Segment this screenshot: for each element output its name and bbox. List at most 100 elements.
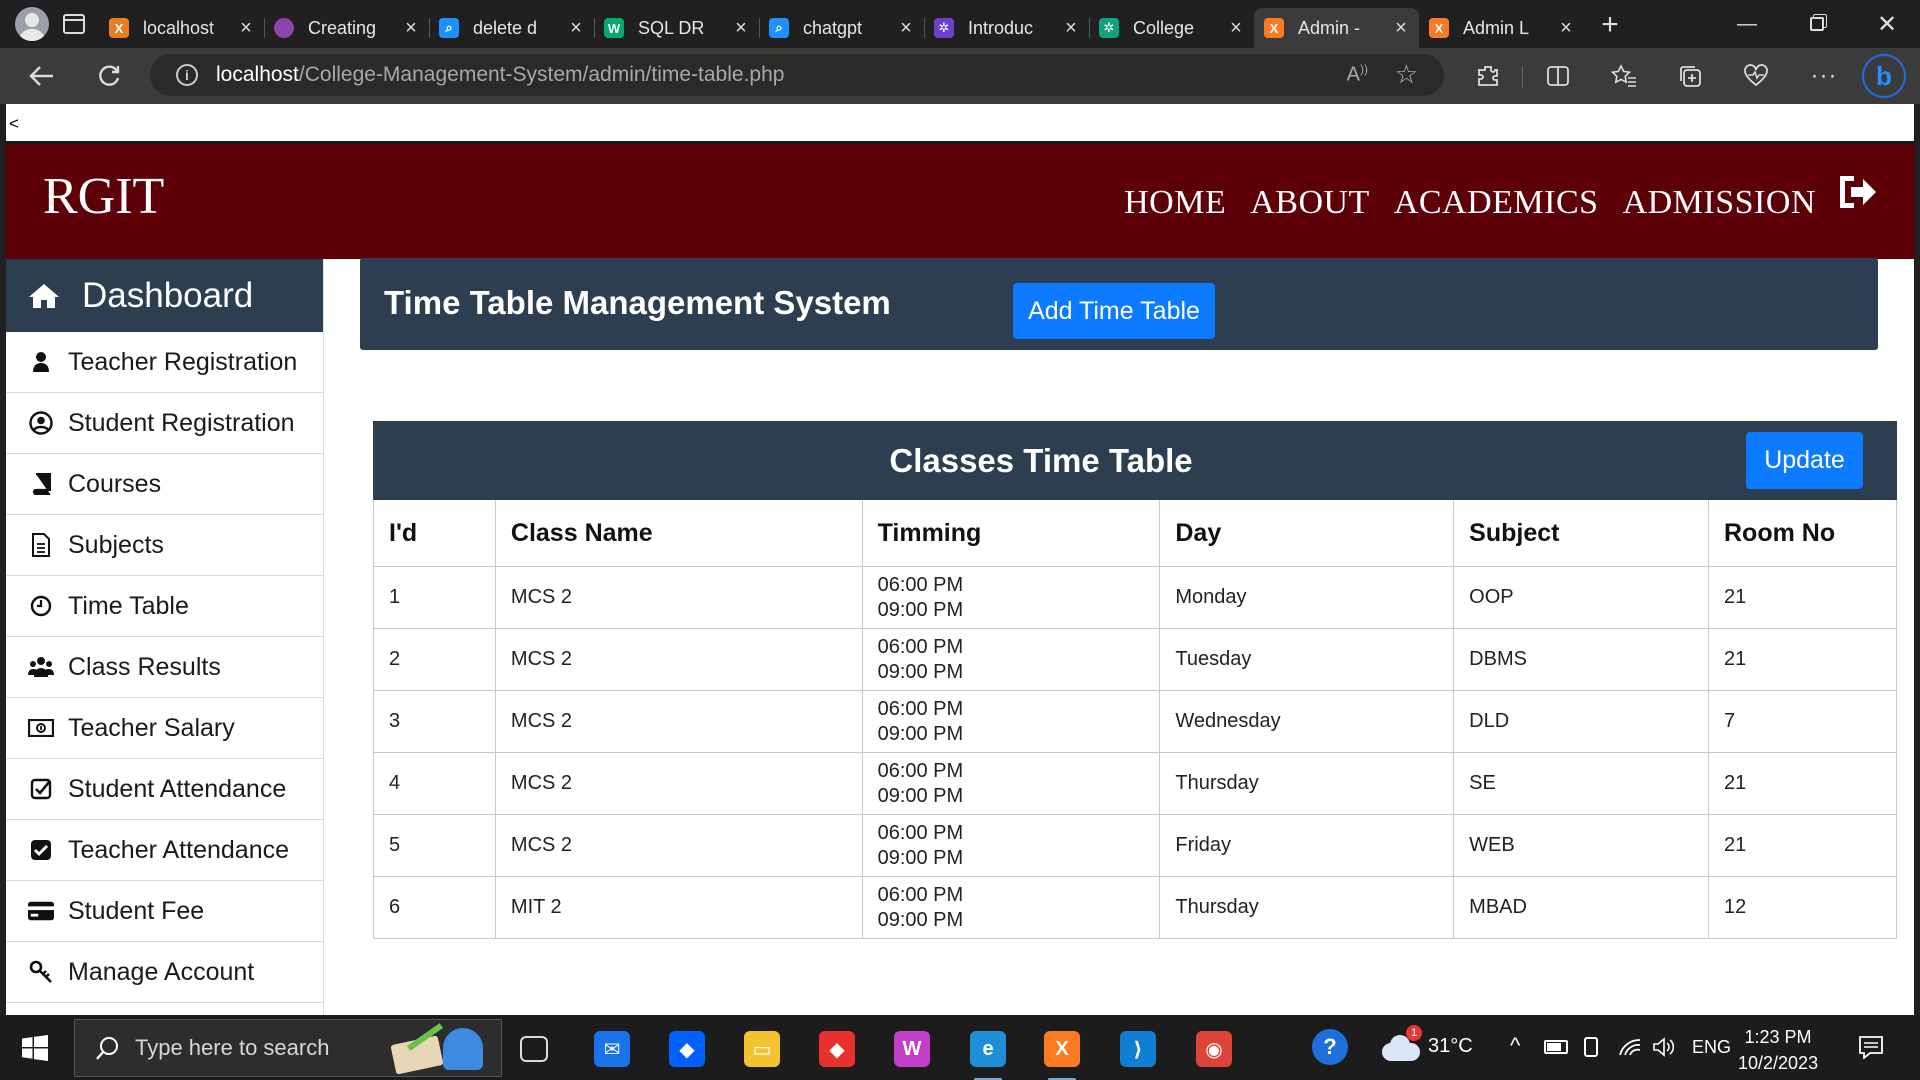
notifications-icon[interactable]: [1858, 1035, 1884, 1059]
extensions-icon[interactable]: [1468, 56, 1508, 96]
close-tab-icon[interactable]: ×: [1063, 17, 1079, 40]
search-icon: [96, 1037, 118, 1060]
collections-icon[interactable]: [1670, 56, 1710, 96]
split-screen-icon[interactable]: [1538, 56, 1578, 96]
close-tab-icon[interactable]: ×: [238, 17, 254, 40]
close-tab-icon[interactable]: ×: [1393, 17, 1409, 40]
favorites-icon[interactable]: [1604, 56, 1644, 96]
browser-tab[interactable]: X Admin L ×: [1419, 8, 1584, 48]
device-icon[interactable]: [1584, 1037, 1598, 1057]
more-options-icon[interactable]: ···: [1804, 56, 1844, 96]
browser-tab[interactable]: Creating ×: [264, 8, 429, 48]
browser-tab[interactable]: ⌕ chatgpt ×: [759, 8, 924, 48]
sidebar-item[interactable]: Class Results: [6, 637, 323, 698]
cell-timing: 06:00 PM 09:00 PM: [861, 814, 1161, 877]
profile-avatar[interactable]: [15, 7, 49, 41]
help-icon[interactable]: ?: [1312, 1029, 1348, 1065]
chrome-icon[interactable]: ◉: [1196, 1031, 1232, 1067]
windows-start-icon[interactable]: [22, 1035, 48, 1061]
bing-copilot-icon[interactable]: b: [1862, 54, 1906, 98]
sidebar-item[interactable]: Time Table: [6, 576, 323, 637]
nav-link[interactable]: ACADEMICS: [1394, 184, 1599, 222]
file-explorer-icon[interactable]: ▭: [744, 1031, 780, 1067]
close-tab-icon[interactable]: ×: [1228, 17, 1244, 40]
openai-icon: ✲: [1099, 18, 1119, 38]
favorite-star-icon[interactable]: ☆: [1395, 59, 1418, 90]
cell-room: 21: [1708, 628, 1897, 691]
time-end: 09:00 PM: [877, 598, 964, 621]
battery-icon[interactable]: [1544, 1040, 1568, 1054]
site-brand[interactable]: RGIT: [43, 167, 164, 226]
wps-office-icon[interactable]: W: [894, 1031, 930, 1067]
nav-link[interactable]: HOME: [1124, 184, 1226, 222]
edge-icon[interactable]: e: [970, 1031, 1006, 1080]
sidebar-dashboard[interactable]: Dashboard: [6, 259, 323, 332]
git-icon[interactable]: ◆: [819, 1031, 855, 1067]
wifi-icon[interactable]: [1618, 1037, 1642, 1057]
vscode-icon[interactable]: ⟩: [1120, 1031, 1156, 1067]
browser-tab-title: Admin L: [1463, 17, 1530, 38]
refresh-button[interactable]: [82, 56, 136, 96]
task-view-icon[interactable]: [520, 1036, 548, 1062]
sidebar-item[interactable]: Manage Account: [6, 942, 323, 1003]
mail-icon[interactable]: ✉: [594, 1031, 630, 1067]
table-caption-row: Classes Time Table Update: [373, 421, 1897, 500]
table-row: 5 MCS 2 06:00 PM 09:00 PM Friday WEB 21: [373, 814, 1897, 877]
xampp-icon[interactable]: X: [1044, 1031, 1080, 1080]
sidebar-item[interactable]: Student Fee: [6, 881, 323, 942]
close-window-button[interactable]: ✕: [1858, 0, 1916, 48]
site-info-icon[interactable]: i: [176, 64, 198, 86]
logout-icon[interactable]: [1836, 172, 1878, 212]
browser-essentials-icon[interactable]: [1736, 56, 1776, 96]
nav-link[interactable]: ADMISSION: [1623, 184, 1816, 222]
minimize-button[interactable]: —: [1718, 0, 1776, 48]
close-tab-icon[interactable]: ×: [1558, 17, 1574, 40]
table-row: 1 MCS 2 06:00 PM 09:00 PM Monday OOP 21: [373, 566, 1897, 629]
sidebar-item-label: Student Attendance: [68, 774, 287, 803]
url-path: /College-Management-System/admin/time-ta…: [298, 63, 785, 86]
address-bar[interactable]: i localhost/College-Management-System/ad…: [150, 54, 1444, 96]
chevron-up-icon[interactable]: ^: [1510, 1033, 1520, 1059]
update-button[interactable]: Update: [1746, 432, 1863, 489]
browser-tab-title: Introduc: [968, 17, 1034, 38]
browser-tab[interactable]: ✲ Introduc ×: [924, 8, 1089, 48]
browser-tab[interactable]: ✲ College ×: [1089, 8, 1254, 48]
credit-card-icon: [28, 898, 54, 924]
language-indicator[interactable]: ENG: [1692, 1037, 1731, 1058]
close-tab-icon[interactable]: ×: [733, 17, 749, 40]
volume-icon[interactable]: [1652, 1036, 1674, 1058]
browser-tab[interactable]: W SQL DR ×: [594, 8, 759, 48]
sidebar-item[interactable]: Student Registration: [6, 393, 323, 454]
users-icon: [28, 654, 54, 680]
taskbar-clock[interactable]: 1:23 PM 10/2/2023: [1738, 1024, 1818, 1076]
sidebar-item[interactable]: Teacher Attendance: [6, 820, 323, 881]
clock-time: 1:23 PM: [1744, 1027, 1812, 1047]
sidebar-item-label: Courses: [68, 469, 162, 498]
restore-button[interactable]: [1788, 0, 1846, 48]
weather-cloud-icon[interactable]: 1: [1380, 1025, 1422, 1061]
browser-tab[interactable]: ⌕ delete d ×: [429, 8, 594, 48]
cell-subject: SE: [1453, 752, 1709, 815]
table-caption: Classes Time Table: [373, 421, 1709, 500]
dropbox-icon[interactable]: ◆: [669, 1031, 705, 1067]
new-tab-button[interactable]: +: [1590, 8, 1630, 42]
sidebar-item[interactable]: Subjects: [6, 515, 323, 576]
search-icon: ⌕: [439, 18, 459, 38]
sidebar-item[interactable]: Courses: [6, 454, 323, 515]
nav-link[interactable]: ABOUT: [1250, 184, 1370, 222]
sidebar-item[interactable]: Teacher Salary: [6, 698, 323, 759]
close-tab-icon[interactable]: ×: [898, 17, 914, 40]
weather-temp[interactable]: 31°C: [1428, 1035, 1473, 1058]
browser-tab[interactable]: X Admin - ×: [1254, 8, 1419, 48]
browser-tab[interactable]: Xlocalhost ×: [99, 8, 264, 48]
close-tab-icon[interactable]: ×: [403, 17, 419, 40]
cell-id: 3: [373, 690, 496, 753]
back-button[interactable]: [15, 56, 69, 96]
add-time-table-button[interactable]: Add Time Table: [1013, 283, 1215, 339]
sidebar-item[interactable]: Student Attendance: [6, 759, 323, 820]
read-aloud-icon[interactable]: A)): [1347, 62, 1368, 87]
tab-actions-icon[interactable]: [63, 14, 85, 34]
taskbar-search[interactable]: Type here to search: [74, 1019, 502, 1077]
sidebar-item[interactable]: Teacher Registration: [6, 332, 323, 393]
close-tab-icon[interactable]: ×: [568, 17, 584, 40]
